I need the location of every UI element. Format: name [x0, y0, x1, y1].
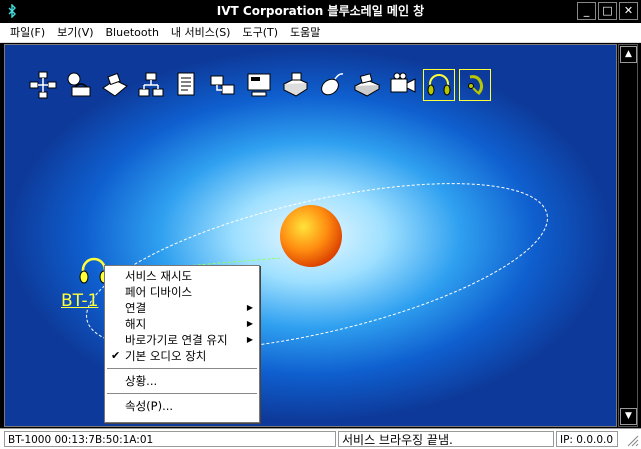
- scroll-up-button[interactable]: ▲: [620, 46, 637, 63]
- headset-icon[interactable]: [459, 69, 491, 101]
- menu-help[interactable]: 도움말: [284, 23, 326, 43]
- main-window: IVT Corporation 블루소레일 메인 창 _ □ ✕ 파일(F) 보…: [0, 0, 641, 449]
- pan-icon[interactable]: [207, 69, 239, 101]
- serial-port-icon[interactable]: [243, 69, 275, 101]
- menu-item-status[interactable]: 상황...: [105, 373, 259, 389]
- menu-item-shortcut-connect[interactable]: 바로가기로 연결 유지 ▶: [105, 332, 259, 348]
- av-icon[interactable]: [387, 69, 419, 101]
- close-button[interactable]: ✕: [619, 2, 638, 20]
- submenu-arrow-icon: ▶: [246, 335, 253, 344]
- printer-icon[interactable]: [279, 69, 311, 101]
- vertical-scrollbar[interactable]: ▲ ▼: [618, 44, 638, 427]
- fax-icon[interactable]: [99, 69, 131, 101]
- local-device-sun: [280, 205, 342, 267]
- menu-item-retry-services[interactable]: 서비스 재시도: [105, 268, 259, 284]
- menu-item-connect[interactable]: 연결 ▶: [105, 300, 259, 316]
- menu-separator: [107, 393, 257, 394]
- menu-tools[interactable]: 도구(T): [236, 23, 284, 43]
- checkmark-icon: ✔: [111, 349, 121, 362]
- menu-view[interactable]: 보기(V): [51, 23, 99, 43]
- mouse-icon[interactable]: [315, 69, 347, 101]
- scroll-down-button[interactable]: ▼: [620, 408, 637, 425]
- submenu-arrow-icon: ▶: [246, 319, 253, 328]
- service-icons: [27, 69, 491, 101]
- status-bar: BT-1000 00:13:7B:50:1A:01 서비스 브라우징 끝냄. I…: [0, 428, 641, 449]
- status-device-info: BT-1000 00:13:7B:50:1A:01: [4, 431, 336, 447]
- menu-item-pair-device[interactable]: 페어 디바이스: [105, 284, 259, 300]
- resize-grip-icon[interactable]: [625, 433, 639, 447]
- remote-device-label[interactable]: BT-1: [61, 291, 98, 311]
- minimize-button[interactable]: _: [577, 2, 596, 20]
- menu-file[interactable]: 파일(F): [4, 23, 51, 43]
- status-ip: IP: 0.0.0.0: [556, 431, 618, 447]
- scanner-icon[interactable]: [351, 69, 383, 101]
- menu-item-properties[interactable]: 속성(P)...: [105, 398, 259, 414]
- status-message: 서비스 브라우징 끝냄.: [338, 431, 554, 447]
- title-bar[interactable]: IVT Corporation 블루소레일 메인 창 _ □ ✕: [0, 0, 641, 23]
- menu-item-default-audio[interactable]: ✔ 기본 오디오 장치: [105, 348, 259, 364]
- window-controls: _ □ ✕: [577, 2, 638, 20]
- network-icon[interactable]: [27, 69, 59, 101]
- menu-item-unpair[interactable]: 해지 ▶: [105, 316, 259, 332]
- dialup-icon[interactable]: [63, 69, 95, 101]
- maximize-button[interactable]: □: [598, 2, 617, 20]
- headphones-icon[interactable]: [423, 69, 455, 101]
- lan-icon[interactable]: [135, 69, 167, 101]
- menu-bar: 파일(F) 보기(V) Bluetooth 내 서비스(S) 도구(T) 도움말: [0, 23, 641, 43]
- device-context-menu: 서비스 재시도 페어 디바이스 연결 ▶ 해지 ▶ 바로가기로 연결 유지 ▶ ✔ 기본…: [104, 265, 260, 423]
- background-glow: [5, 45, 616, 426]
- menu-separator: [107, 368, 257, 369]
- bluetooth-view[interactable]: BT-1: [4, 44, 617, 427]
- file-transfer-icon[interactable]: [171, 69, 203, 101]
- menu-bluetooth[interactable]: Bluetooth: [100, 23, 165, 43]
- menu-my-services[interactable]: 내 서비스(S): [165, 23, 237, 43]
- window-title: IVT Corporation 블루소레일 메인 창: [216, 4, 425, 18]
- submenu-arrow-icon: ▶: [246, 303, 253, 312]
